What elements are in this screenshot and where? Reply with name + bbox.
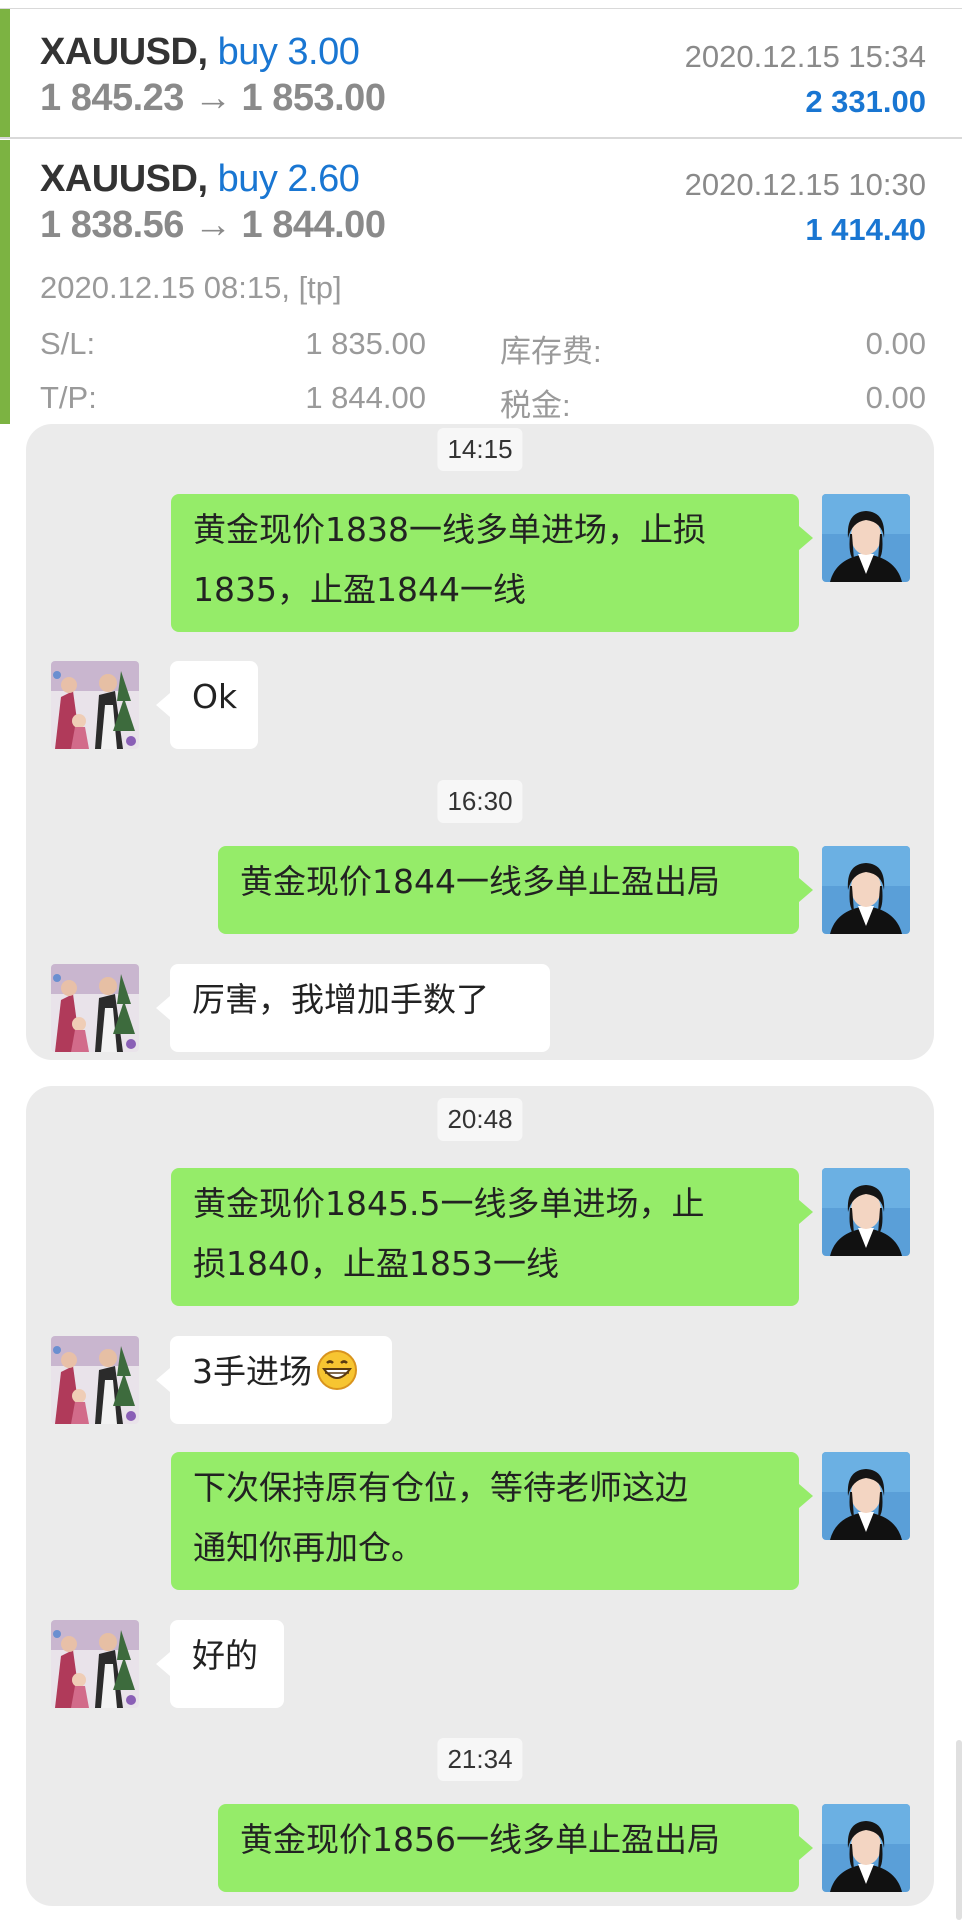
trade-profit: 2 331.00 <box>805 84 926 119</box>
tax-value: 0.00 <box>865 380 926 415</box>
chat-screenshot-1: 14:15 黄金现价1838一线多单进场，止损 1835，止盈1844一线 Ok… <box>26 424 934 1060</box>
trade-prices: 1 845.23 → 1 853.00 <box>40 77 386 119</box>
message-bubble-outgoing[interactable]: 黄金现价1844一线多单止盈出局 <box>218 846 813 934</box>
detail-row-tp: T/P: 1 844.00 税金: 0.00 <box>40 380 926 423</box>
trade-item-1[interactable]: XAUUSD, buy 3.00 1 845.23 → 1 853.00 202… <box>0 8 962 139</box>
tp-value: 1 844.00 <box>305 380 426 415</box>
avatar-teacher[interactable] <box>822 1168 910 1256</box>
chat-timestamp: 21:34 <box>437 1738 523 1781</box>
avatar-teacher[interactable] <box>822 846 910 934</box>
scrollbar[interactable] <box>956 1740 962 1920</box>
swap-label: 库存费: <box>500 334 602 369</box>
avatar-teacher[interactable] <box>822 494 910 582</box>
trade-close-time: 2020.12.15 15:34 <box>684 39 926 74</box>
trade-profit: 1 414.40 <box>805 212 926 247</box>
trade-direction: buy 2.60 <box>217 158 360 200</box>
chat-timestamp: 14:15 <box>437 428 523 471</box>
position-indicator-bar <box>0 9 10 137</box>
chat-screenshot-2: 20:48 黄金现价1845.5一线多单进场，止 损1840，止盈1853一线 … <box>26 1086 934 1906</box>
chat-timestamp: 20:48 <box>437 1098 523 1141</box>
trade-symbol: XAUUSD, buy 3.00 <box>40 31 360 73</box>
message-bubble-outgoing[interactable]: 黄金现价1856一线多单止盈出局 <box>218 1804 813 1892</box>
sl-label: S/L: <box>40 326 96 361</box>
trade-direction: buy 3.00 <box>217 31 360 73</box>
message-bubble-outgoing[interactable]: 黄金现价1845.5一线多单进场，止 损1840，止盈1853一线 <box>171 1168 813 1306</box>
avatar-client[interactable] <box>51 661 139 749</box>
trade-item-2[interactable]: XAUUSD, buy 2.60 1 838.56 → 1 844.00 202… <box>0 140 962 424</box>
trade-prices: 1 838.56 → 1 844.00 <box>40 204 386 246</box>
message-bubble-incoming[interactable]: Ok <box>156 661 258 749</box>
message-bubble-outgoing[interactable]: 下次保持原有仓位，等待老师这边 通知你再加仓。 <box>171 1452 813 1590</box>
sl-value: 1 835.00 <box>305 326 426 361</box>
tp-label: T/P: <box>40 380 97 415</box>
trade-open-info: 2020.12.15 08:15, [tp] <box>40 270 342 305</box>
avatar-client[interactable] <box>51 964 139 1052</box>
position-indicator-bar <box>0 140 10 424</box>
trade-symbol: XAUUSD, buy 2.60 <box>40 158 360 200</box>
message-bubble-incoming[interactable]: 3手进场 <box>156 1336 392 1424</box>
detail-row-sl: S/L: 1 835.00 库存费: 0.00 <box>40 326 926 369</box>
avatar-teacher[interactable] <box>822 1452 910 1540</box>
chat-timestamp: 16:30 <box>437 780 523 823</box>
message-bubble-incoming[interactable]: 厉害，我增加手数了 <box>156 964 550 1052</box>
tax-label: 税金: <box>500 388 571 423</box>
avatar-client[interactable] <box>51 1336 139 1424</box>
avatar-teacher[interactable] <box>822 1804 910 1892</box>
message-bubble-incoming[interactable]: 好的 <box>156 1620 284 1708</box>
grinning-face-icon <box>317 1350 357 1390</box>
trade-close-time: 2020.12.15 10:30 <box>684 167 926 202</box>
swap-value: 0.00 <box>865 326 926 361</box>
avatar-client[interactable] <box>51 1620 139 1708</box>
message-bubble-outgoing[interactable]: 黄金现价1838一线多单进场，止损 1835，止盈1844一线 <box>171 494 813 632</box>
